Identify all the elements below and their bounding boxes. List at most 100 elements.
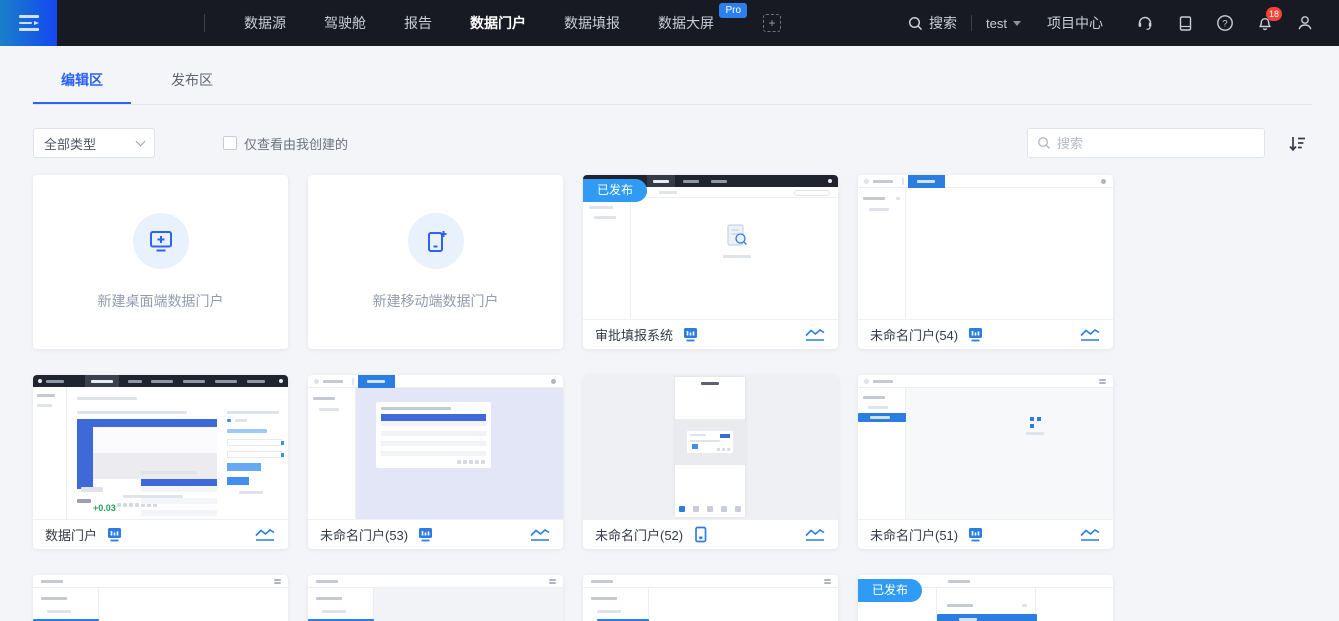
search-label: 搜索 [929,13,957,33]
icon-circle [133,213,189,269]
view-analytics-button[interactable] [1079,326,1101,343]
portal-card-53[interactable]: 未命名门户(53) [308,375,563,549]
portal-thumbnail [33,575,288,621]
mobile-device-icon [1177,15,1194,32]
add-module-button[interactable]: + [763,14,781,32]
sort-descending-icon [1288,134,1307,153]
trend-chart-icon [529,526,551,543]
portal-search-input[interactable] [1057,136,1255,151]
project-center-link[interactable]: 项目中心 [1047,13,1103,33]
nav-divider [971,15,972,31]
portal-card-row3-2[interactable] [308,575,563,621]
search-icon [1037,136,1051,150]
portal-thumbnail [858,175,1113,319]
portal-thumbnail [308,375,563,519]
portal-title: 未命名门户(52) [595,525,683,544]
headset-icon [1136,14,1154,32]
trend-chart-icon [804,526,826,543]
trend-chart-icon [1079,326,1101,343]
filter-bar: 全部类型 仅查看由我创建的 [33,128,1312,158]
nav-item-report[interactable]: 报告 [385,0,451,46]
portal-card-approval-system[interactable]: 已发布 [583,175,838,349]
view-analytics-button[interactable] [804,526,826,543]
nav-item-data-portal[interactable]: 数据门户 [451,0,545,46]
new-mobile-portal-card[interactable]: 新建移动端数据门户 [308,175,563,349]
device-preview-button[interactable] [1165,0,1205,46]
portal-thumbnail: +0.03 [33,375,288,519]
created-by-me-checkbox[interactable] [223,136,237,150]
big-screen-label: 数据大屏 [658,13,714,33]
nav-item-datasource[interactable]: 数据源 [225,0,305,46]
view-analytics-button[interactable] [1079,526,1101,543]
empty-state-icon [722,221,752,251]
portal-thumbnail [583,575,838,621]
desktop-portal-type-icon [682,326,699,343]
portal-thumbnail [583,375,838,519]
desktop-portal-type-icon [106,526,123,543]
new-mobile-portal-icon [421,226,451,256]
card-footer: 未命名门户(54) [858,319,1113,349]
portal-thumbnail [308,575,563,621]
portal-card-data-portal[interactable]: +0.03 数据门户 [33,375,288,549]
pro-badge: Pro [719,3,747,18]
type-filter-select[interactable]: 全部类型 [33,128,155,158]
portal-search-box[interactable] [1027,128,1265,158]
portal-card-row3-1[interactable] [33,575,288,621]
published-badge: 已发布 [583,179,647,202]
username: test [986,16,1007,31]
icon-circle [408,213,464,269]
help-button[interactable]: ? [1205,0,1245,46]
created-by-me-checkbox-row[interactable]: 仅查看由我创建的 [223,134,348,153]
tab-publish-area[interactable]: 发布区 [143,70,241,104]
portal-card-51[interactable]: 未命名门户(51) [858,375,1113,549]
card-footer: 未命名门户(53) [308,519,563,549]
portal-title: 未命名门户(54) [870,325,958,344]
trend-chart-icon [804,326,826,343]
chevron-down-icon [1013,21,1021,26]
portal-title: 审批填报系统 [595,325,673,344]
portal-card-52[interactable]: 未命名门户(52) [583,375,838,549]
mobile-portal-type-icon [692,526,709,543]
area-tabs: 编辑区 发布区 [33,70,1312,105]
support-button[interactable] [1125,0,1165,46]
portal-card-54[interactable]: 未命名门户(54) [858,175,1113,349]
tab-edit-area[interactable]: 编辑区 [33,70,131,104]
thumb-metric-value: +0.03 [93,503,116,513]
nav-item-big-screen[interactable]: 数据大屏 Pro [639,0,733,46]
chevron-down-icon [136,137,146,147]
account-button[interactable] [1285,0,1325,46]
portal-card-row3-3[interactable] [583,575,838,621]
navbar-right: 搜索 test 项目中心 ? [908,0,1339,46]
published-badge: 已发布 [858,579,922,602]
card-footer: 未命名门户(52) [583,519,838,549]
view-analytics-button[interactable] [254,526,276,543]
view-analytics-button[interactable] [804,326,826,343]
sort-button[interactable] [1288,134,1307,153]
nav-item-cockpit[interactable]: 驾驶舱 [305,0,385,46]
desktop-portal-type-icon [967,326,984,343]
nav-item-data-filling[interactable]: 数据填报 [545,0,639,46]
desktop-portal-type-icon [417,526,434,543]
type-filter-value: 全部类型 [44,134,96,153]
nav-divider [204,14,205,32]
global-search-button[interactable]: 搜索 [908,13,957,33]
card-footer: 审批填报系统 [583,319,838,349]
app-logo[interactable] [0,0,57,46]
trend-chart-icon [254,526,276,543]
portal-title: 未命名门户(53) [320,525,408,544]
view-analytics-button[interactable] [529,526,551,543]
user-menu[interactable]: test [986,16,1021,31]
hamburger-menu-icon [19,15,39,31]
portal-title: 数据门户 [45,525,97,544]
svg-text:?: ? [1222,18,1227,29]
portal-card-row3-4[interactable]: 已发布 [858,575,1113,621]
portal-card-grid: 新建桌面端数据门户 新建移动端数据门户 已发布 [33,175,1312,621]
card-footer: 数据门户 [33,519,288,549]
help-icon: ? [1216,14,1234,32]
created-by-me-label: 仅查看由我创建的 [244,134,348,153]
top-navbar: 数据源 驾驶舱 报告 数据门户 数据填报 数据大屏 Pro + 搜索 test … [0,0,1339,46]
notification-count-badge: 18 [1266,7,1282,21]
avatar-icon [1296,14,1314,32]
notifications-button[interactable]: 18 [1245,0,1285,46]
new-desktop-portal-card[interactable]: 新建桌面端数据门户 [33,175,288,349]
